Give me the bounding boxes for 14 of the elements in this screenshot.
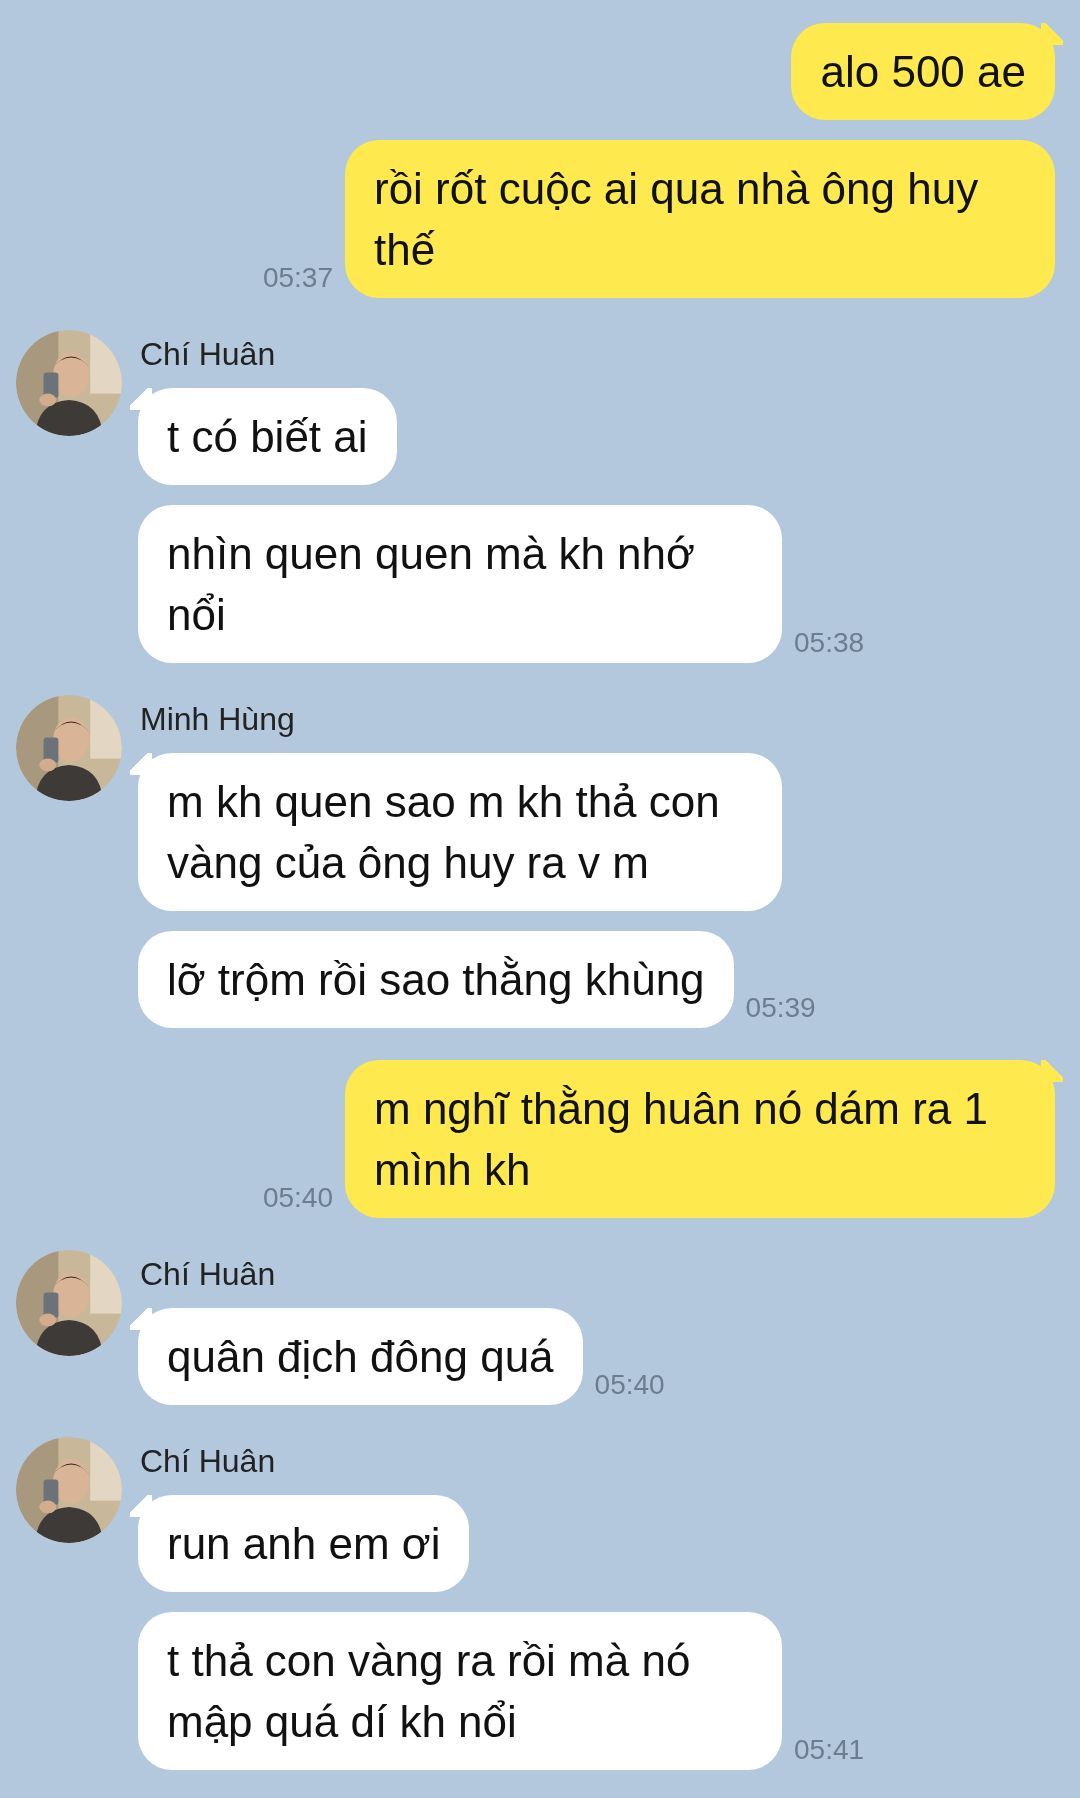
timestamp: 05:37 (262, 262, 333, 295)
timestamp: 05:39 (745, 992, 816, 1025)
sender-name: Chí Huân (140, 1442, 277, 1481)
timestamp: 05:40 (594, 1369, 665, 1402)
timestamp: 05:38 (794, 627, 865, 660)
message-bubble: nhìn quen quen mà kh nhớ nổi (138, 505, 782, 663)
message-bubble: t thả con vàng ra rồi mà nó mập quá dí kh nổi (138, 1612, 782, 1770)
sender-name: Chí Huân (140, 335, 277, 374)
timestamp: 05:41 (794, 1734, 865, 1767)
message-bubble: rồi rốt cuộc ai qua nhà ông huy thế (345, 140, 1055, 298)
message-bubble: lỡ trộm rồi sao thằng khùng (138, 931, 734, 1028)
sender-name: Minh Hùng (140, 700, 296, 739)
timestamp: 05:40 (262, 1182, 333, 1215)
sender-name: Chí Huân (140, 1255, 277, 1294)
